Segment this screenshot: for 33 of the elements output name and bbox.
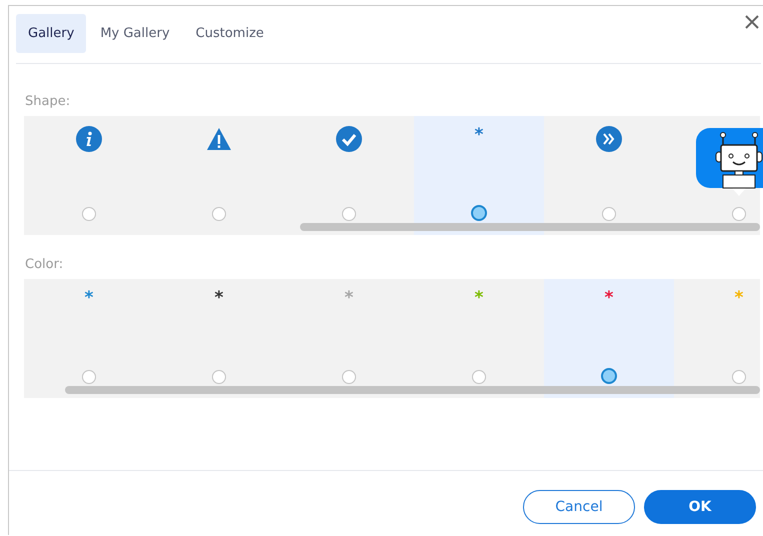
close-icon[interactable] bbox=[744, 14, 760, 30]
radio-button[interactable] bbox=[82, 207, 96, 221]
tab[interactable]: Gallery bbox=[16, 14, 86, 53]
scrollbar[interactable] bbox=[300, 223, 760, 231]
asterisk-symbol: * bbox=[474, 289, 484, 310]
radio-button[interactable] bbox=[732, 370, 746, 384]
radio-button[interactable] bbox=[472, 370, 486, 384]
tab[interactable]: Customize bbox=[184, 14, 276, 53]
radio-button[interactable] bbox=[82, 370, 96, 384]
section-label: Shape: bbox=[25, 94, 72, 109]
asterisk-symbol: * bbox=[344, 289, 354, 310]
asterisk-symbol: * bbox=[84, 289, 94, 310]
asterisk-symbol: * bbox=[214, 289, 224, 310]
ok-button[interactable]: OK bbox=[644, 490, 756, 524]
section-label: Color: bbox=[25, 257, 64, 272]
radio-button[interactable] bbox=[601, 368, 617, 384]
asterisk-symbol: * bbox=[474, 126, 484, 147]
asterisk-symbol: * bbox=[734, 289, 744, 310]
radio-button[interactable] bbox=[602, 207, 616, 221]
warning-icon bbox=[206, 126, 232, 152]
tab[interactable]: My Gallery bbox=[88, 14, 182, 53]
cancel-button[interactable]: Cancel bbox=[523, 490, 635, 524]
info-icon bbox=[76, 126, 102, 152]
scrollbar[interactable] bbox=[65, 386, 760, 394]
double-chevron-icon bbox=[596, 126, 622, 152]
asterisk-symbol: * bbox=[604, 289, 614, 310]
radio-button[interactable] bbox=[342, 207, 356, 221]
radio-button[interactable] bbox=[471, 205, 487, 221]
radio-button[interactable] bbox=[342, 370, 356, 384]
radio-button[interactable] bbox=[212, 370, 226, 384]
radio-button[interactable] bbox=[732, 207, 746, 221]
check-icon bbox=[336, 126, 362, 152]
radio-button[interactable] bbox=[212, 207, 226, 221]
